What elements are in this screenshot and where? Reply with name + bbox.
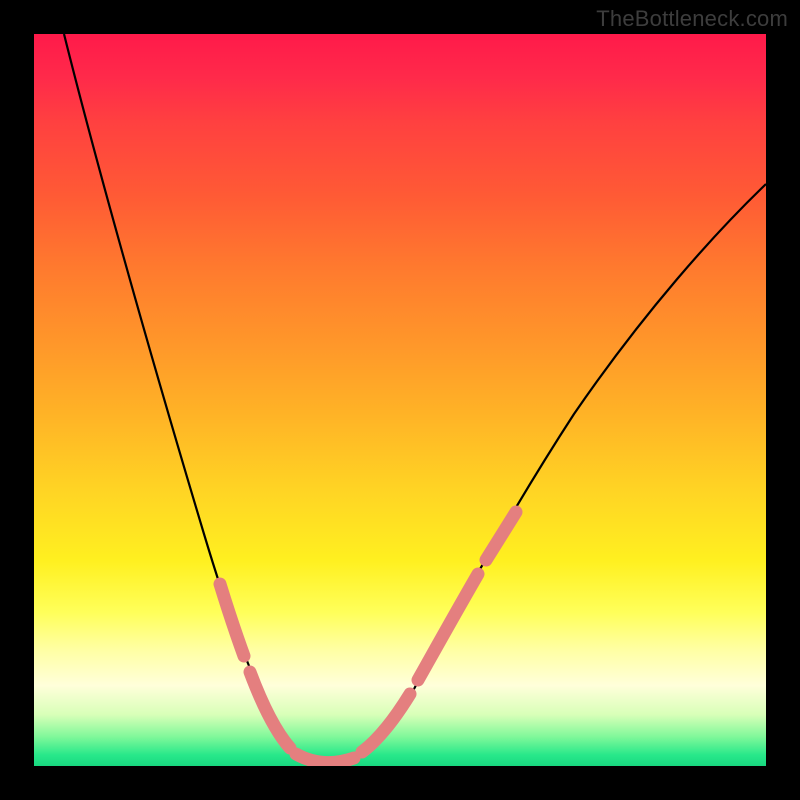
pink-segment-left-2: [250, 672, 290, 748]
pink-segment-right-2: [418, 574, 478, 680]
chart-container: TheBottleneck.com: [0, 0, 800, 800]
pink-segment-right-3: [486, 512, 516, 560]
pink-segment-bottom: [296, 754, 354, 763]
pink-segment-left-1: [220, 584, 244, 656]
plot-area: [34, 34, 766, 766]
watermark-text: TheBottleneck.com: [596, 6, 788, 32]
bottleneck-curve: [64, 34, 766, 764]
curve-layer: [34, 34, 766, 766]
pink-segment-right-1: [362, 694, 410, 752]
